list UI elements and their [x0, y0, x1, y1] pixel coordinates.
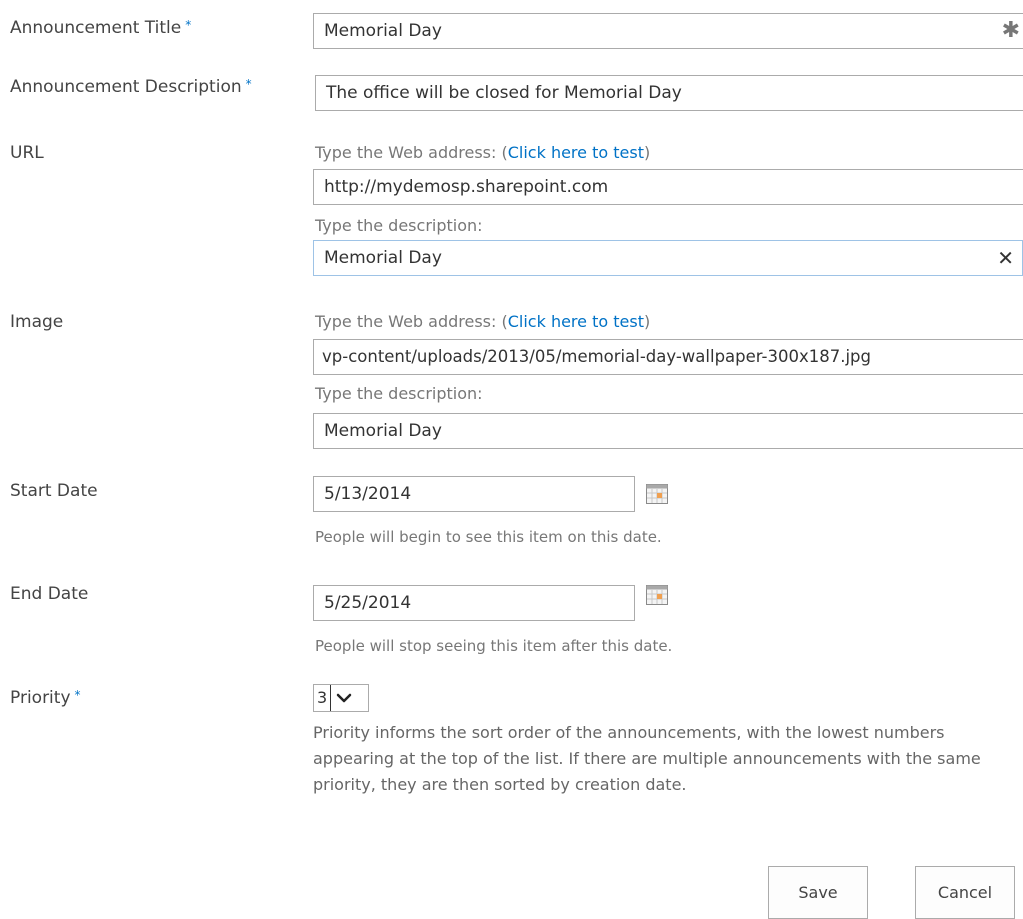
required-marker: * [185, 18, 192, 32]
required-marker: * [245, 77, 252, 91]
priority-description: Priority informs the sort order of the a… [313, 723, 981, 794]
start-date-hint: People will begin to see this item on th… [315, 528, 662, 546]
image-address-value: vp-content/uploads/2013/05/memorial-day-… [322, 347, 871, 366]
title-label: Announcement Title * [10, 18, 191, 38]
close-icon[interactable]: ✕ [997, 241, 1014, 275]
chevron-down-icon[interactable] [330, 685, 357, 711]
url-address-hint-text: Type the Web address: ( [315, 143, 508, 162]
announcement-description-input[interactable]: The office will be closed for Memorial D… [315, 75, 1023, 111]
calendar-icon[interactable] [646, 585, 668, 605]
url-description-hint: Type the description: [315, 216, 483, 235]
description-label-text: Announcement Description [10, 77, 242, 97]
url-label: URL [10, 143, 44, 163]
url-address-value: http://mydemosp.sharepoint.com [324, 177, 609, 197]
url-test-link[interactable]: Click here to test [508, 143, 644, 162]
end-date-input[interactable]: 5/25/2014 [313, 585, 635, 621]
description-label: Announcement Description * [10, 77, 252, 97]
url-description-value: Memorial Day [324, 248, 442, 268]
priority-value: 3 [317, 688, 328, 707]
image-description-hint: Type the description: [315, 384, 483, 403]
start-date-label: Start Date [10, 481, 98, 501]
url-address-input[interactable]: http://mydemosp.sharepoint.com [313, 169, 1023, 205]
image-test-link[interactable]: Click here to test [508, 312, 644, 331]
image-description-value: Memorial Day [324, 421, 442, 441]
announcement-title-value: Memorial Day [324, 21, 442, 41]
image-address-hint: Type the Web address: (Click here to tes… [315, 312, 650, 331]
title-label-text: Announcement Title [10, 18, 182, 38]
start-date-value: 5/13/2014 [324, 484, 412, 504]
end-date-hint: People will stop seeing this item after … [315, 637, 673, 655]
save-button[interactable]: Save [768, 866, 868, 919]
image-label: Image [10, 312, 64, 332]
end-date-label: End Date [10, 584, 89, 604]
end-date-value: 5/25/2014 [324, 593, 412, 613]
image-description-input[interactable]: Memorial Day [313, 413, 1023, 449]
announcement-title-input[interactable]: Memorial Day ✱ [313, 13, 1023, 49]
image-address-hint-close: ) [643, 312, 651, 331]
announcement-description-value: The office will be closed for Memorial D… [326, 83, 682, 103]
url-address-hint-close: ) [643, 143, 651, 162]
start-date-input[interactable]: 5/13/2014 [313, 476, 635, 512]
calendar-icon[interactable] [646, 484, 668, 504]
asterisk-icon: ✱ [1001, 18, 1020, 43]
priority-select[interactable]: 3 [313, 684, 369, 712]
url-address-hint: Type the Web address: (Click here to tes… [315, 143, 650, 162]
image-address-hint-text: Type the Web address: ( [315, 312, 508, 331]
cancel-button[interactable]: Cancel [915, 866, 1015, 919]
required-marker: * [74, 688, 81, 702]
priority-label: Priority * [10, 688, 81, 708]
priority-label-text: Priority [10, 688, 71, 708]
url-description-input[interactable]: Memorial Day ✕ [313, 240, 1023, 276]
image-address-input[interactable]: vp-content/uploads/2013/05/memorial-day-… [313, 339, 1023, 375]
